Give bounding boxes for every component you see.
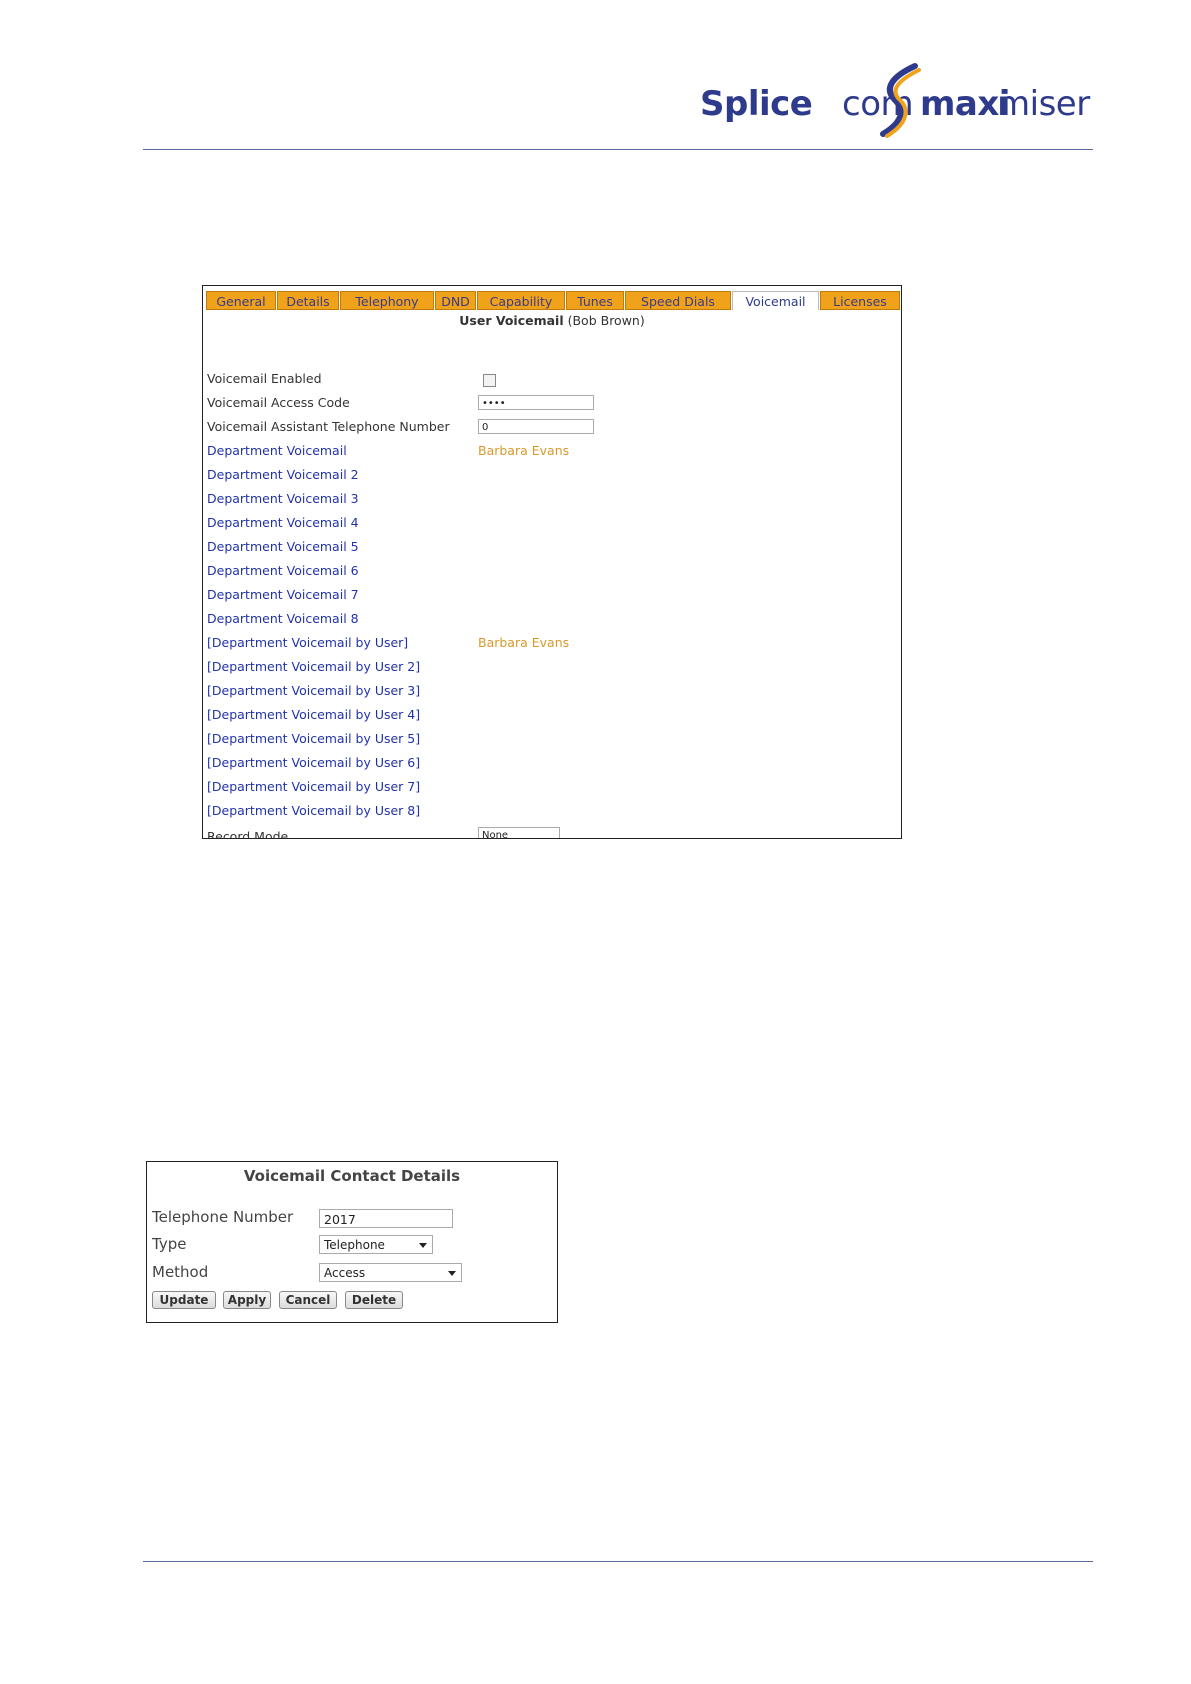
voicemail-enabled-checkbox[interactable] [483, 374, 496, 387]
cancel-button[interactable]: Cancel [279, 1291, 337, 1309]
access-code-input[interactable]: •••• [478, 395, 594, 410]
dept-voicemail-by-user-6-link[interactable]: [Department Voicemail by User 6] [207, 755, 420, 770]
apply-button[interactable]: Apply [223, 1291, 271, 1309]
dept-voicemail-4-link[interactable]: Department Voicemail 4 [207, 515, 359, 530]
type-select[interactable]: Telephone [319, 1235, 433, 1254]
update-button[interactable]: Update [152, 1291, 216, 1309]
voicemail-enabled-label: Voicemail Enabled [207, 371, 322, 386]
tab-speed-dials[interactable]: Speed Dials [625, 291, 731, 310]
logo-splice: Splice [700, 84, 813, 124]
dept-voicemail-2-link[interactable]: Department Voicemail 2 [207, 467, 359, 482]
chevron-down-icon [419, 1243, 427, 1248]
header-rule [143, 149, 1093, 150]
tab-general[interactable]: General [206, 291, 276, 310]
method-select-value: Access [324, 1266, 366, 1280]
tab-telephony[interactable]: Telephony [340, 291, 434, 310]
method-select[interactable]: Access [319, 1263, 462, 1282]
dept-voicemail-8-link[interactable]: Department Voicemail 8 [207, 611, 359, 626]
telephone-number-label: Telephone Number [152, 1208, 294, 1226]
voicemail-contact-details-panel: Voicemail Contact Details Telephone Numb… [146, 1161, 558, 1323]
method-label: Method [152, 1263, 209, 1281]
tab-dnd[interactable]: DND [435, 291, 476, 310]
title-text: User Voicemail [459, 313, 564, 328]
tab-details[interactable]: Details [277, 291, 339, 310]
type-label: Type [152, 1235, 187, 1253]
splicecom-maximiser-logo: Splice com maxi miser [700, 62, 1090, 142]
footer-rule [143, 1561, 1093, 1562]
dept-voicemail-by-user-8-link[interactable]: [Department Voicemail by User 8] [207, 803, 420, 818]
access-code-label: Voicemail Access Code [207, 395, 350, 410]
title-user: (Bob Brown) [567, 313, 645, 328]
tab-licenses[interactable]: Licenses [820, 291, 900, 310]
dept-voicemail-by-user-value: Barbara Evans [478, 635, 570, 650]
contact-details-title: Voicemail Contact Details [243, 1167, 461, 1185]
dept-voicemail-link[interactable]: Department Voicemail [207, 443, 347, 458]
tab-capability[interactable]: Capability [477, 291, 565, 310]
record-mode-select[interactable]: None [478, 827, 560, 838]
delete-button[interactable]: Delete [345, 1291, 403, 1309]
dept-voicemail-by-user-3-link[interactable]: [Department Voicemail by User 3] [207, 683, 420, 698]
dept-voicemail-by-user-7-link[interactable]: [Department Voicemail by User 7] [207, 779, 420, 794]
tab-tunes[interactable]: Tunes [566, 291, 624, 310]
dept-voicemail-7-link[interactable]: Department Voicemail 7 [207, 587, 359, 602]
dept-voicemail-3-link[interactable]: Department Voicemail 3 [207, 491, 359, 506]
dept-voicemail-6-link[interactable]: Department Voicemail 6 [207, 563, 359, 578]
dept-voicemail-by-user-4-link[interactable]: [Department Voicemail by User 4] [207, 707, 420, 722]
tab-bar: General Details Telephony DND Capability… [206, 291, 901, 311]
assistant-number-input[interactable]: 0 [478, 419, 594, 434]
dept-voicemail-by-user-5-link[interactable]: [Department Voicemail by User 5] [207, 731, 420, 746]
logo-miser: miser [997, 84, 1090, 124]
user-voicemail-title: User Voicemail (Bob Brown) [203, 313, 901, 328]
dept-voicemail-value: Barbara Evans [478, 443, 570, 458]
dept-voicemail-by-user-link[interactable]: [Department Voicemail by User] [207, 635, 408, 650]
user-voicemail-panel: General Details Telephony DND Capability… [202, 285, 902, 839]
swoosh-icon [880, 63, 921, 138]
telephone-number-input[interactable]: 2017 [319, 1209, 453, 1228]
dept-voicemail-5-link[interactable]: Department Voicemail 5 [207, 539, 359, 554]
record-mode-label: Record Mode [207, 829, 289, 839]
dept-voicemail-by-user-2-link[interactable]: [Department Voicemail by User 2] [207, 659, 420, 674]
chevron-down-icon [448, 1271, 456, 1276]
tab-voicemail[interactable]: Voicemail [732, 291, 819, 310]
type-select-value: Telephone [324, 1238, 385, 1252]
assistant-number-label: Voicemail Assistant Telephone Number [207, 419, 450, 434]
